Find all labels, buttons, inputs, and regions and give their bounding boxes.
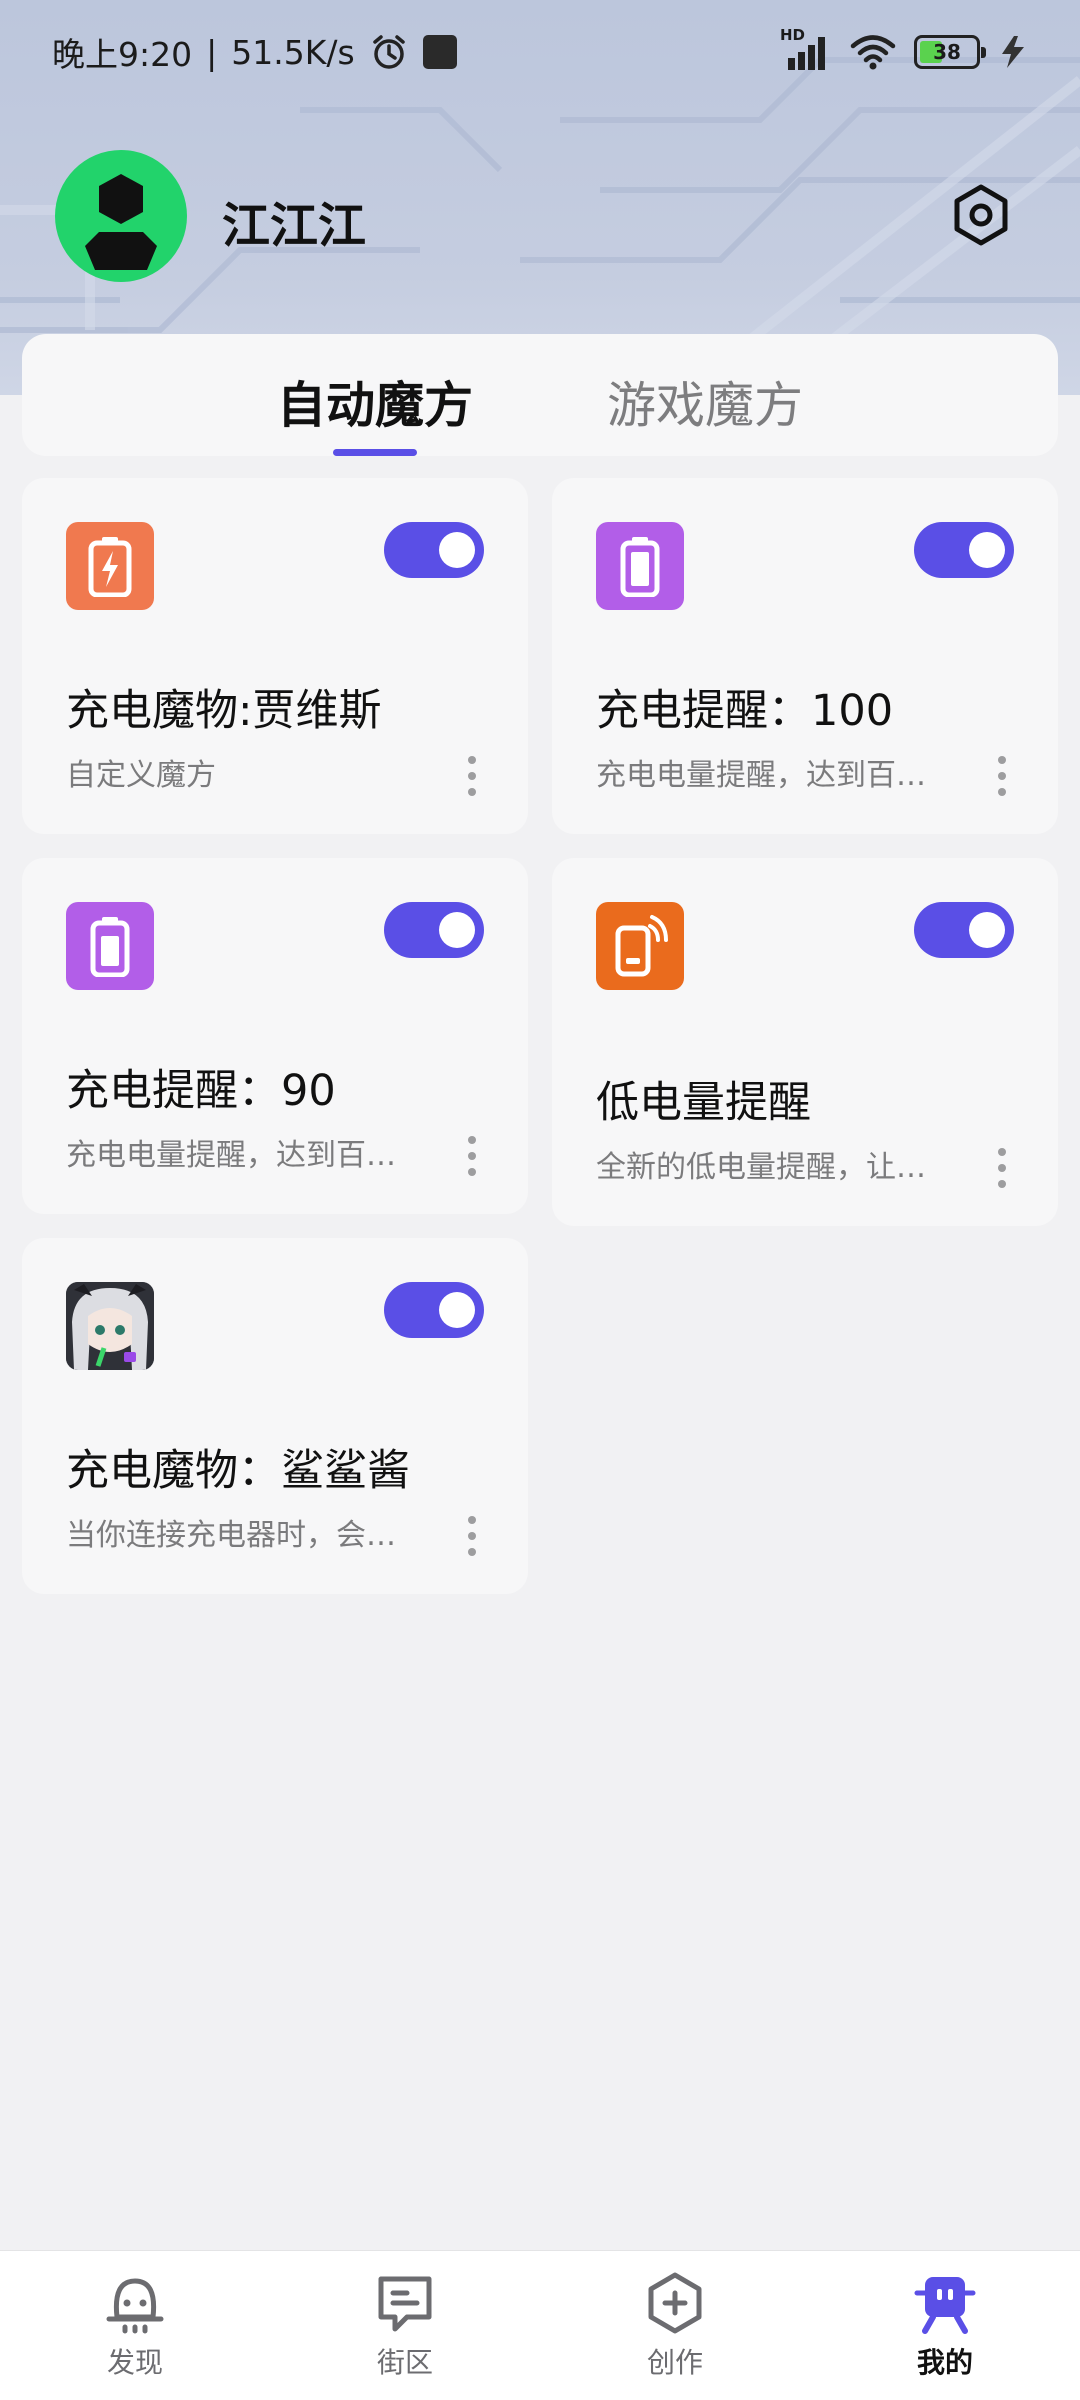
profile-robot-icon [914,2277,976,2334]
tab-auto-cube-label: 自动魔方 [276,377,473,434]
more-options-button[interactable] [462,756,482,796]
nav-profile-label: 我的 [916,2346,973,2379]
battery-icon: 38 [914,35,986,69]
network-speed: 51.5K/s [231,32,355,72]
alarm-icon [372,35,405,69]
battery-icon [596,522,684,610]
avatar-figure-icon [85,174,157,270]
enable-toggle[interactable] [384,902,484,958]
nav-create-label: 创作 [646,2346,703,2379]
cube-card[interactable]: 充电提醒：100 充电电量提醒，达到百… [552,478,1058,834]
community-icon [378,2276,432,2332]
discover-icon [106,2278,164,2334]
status-separator: | [206,32,218,72]
battery-icon [66,902,154,990]
status-time: 晚上9:20 [52,35,193,74]
card-description: 自定义魔方 [66,758,216,793]
nav-community-label: 街区 [376,2346,433,2379]
enable-toggle[interactable] [914,522,1014,578]
charging-battery-icon [66,522,154,610]
card-title: 充电提醒：100 [596,686,894,736]
settings-icon [954,184,1008,246]
recording-icon [422,35,457,69]
enable-toggle[interactable] [384,522,484,578]
tab-auto-cube[interactable]: 自动魔方 [210,334,540,456]
nav-create[interactable]: 创作 [540,2251,810,2400]
card-title: 充电魔物：鲨鲨酱 [66,1446,410,1496]
nav-profile[interactable]: 我的 [810,2251,1080,2400]
more-options-button[interactable] [462,1516,482,1556]
card-title: 充电提醒：90 [66,1066,336,1116]
tab-game-cube[interactable]: 游戏魔方 [540,334,870,456]
bottom-navigation: 发现 街区 创作 我的 [0,2250,1080,2400]
card-title: 低电量提醒 [596,1078,811,1128]
cube-card[interactable]: 充电提醒：90 充电电量提醒，达到百… [22,858,528,1214]
cube-card[interactable]: 充电魔物:贾维斯 自定义魔方 [22,478,528,834]
tab-game-cube-label: 游戏魔方 [606,377,803,434]
card-description: 充电电量提醒，达到百… [66,1138,396,1173]
nav-discover-label: 发现 [106,2346,163,2379]
signal-icon: HD [780,26,832,72]
more-options-button[interactable] [462,1136,482,1176]
card-title: 充电魔物:贾维斯 [66,686,382,736]
nav-community[interactable]: 街区 [270,2251,540,2400]
more-options-button[interactable] [992,756,1012,796]
enable-toggle[interactable] [384,1282,484,1338]
tab-bar: 自动魔方 游戏魔方 [22,334,1058,456]
anime-avatar-icon [66,1282,154,1370]
avatar[interactable] [55,150,187,282]
card-description: 充电电量提醒，达到百… [596,758,926,793]
username: 江江江 [222,198,367,254]
status-bar: 晚上9:20 | 51.5K/s HD 38 [0,0,1080,104]
wifi-icon [850,35,896,70]
card-description: 全新的低电量提醒，让… [596,1150,926,1185]
tab-active-indicator [333,449,417,456]
cube-card[interactable]: 充电魔物：鲨鲨酱 当你连接充电器时，会… [22,1238,528,1594]
cube-card[interactable]: 低电量提醒 全新的低电量提醒，让… [552,858,1058,1226]
create-icon [648,2272,702,2334]
more-options-button[interactable] [992,1148,1012,1188]
battery-level: 38 [933,40,961,64]
nav-discover[interactable]: 发现 [0,2251,270,2400]
enable-toggle[interactable] [914,902,1014,958]
phone-alert-icon [596,902,684,990]
settings-button[interactable] [948,182,1014,248]
card-description: 当你连接充电器时，会… [66,1518,396,1553]
fast-charge-icon [1002,36,1024,68]
screen: 晚上9:20 | 51.5K/s HD 38 江江江 自动魔方 游戏魔方 充电魔… [0,0,1080,2400]
